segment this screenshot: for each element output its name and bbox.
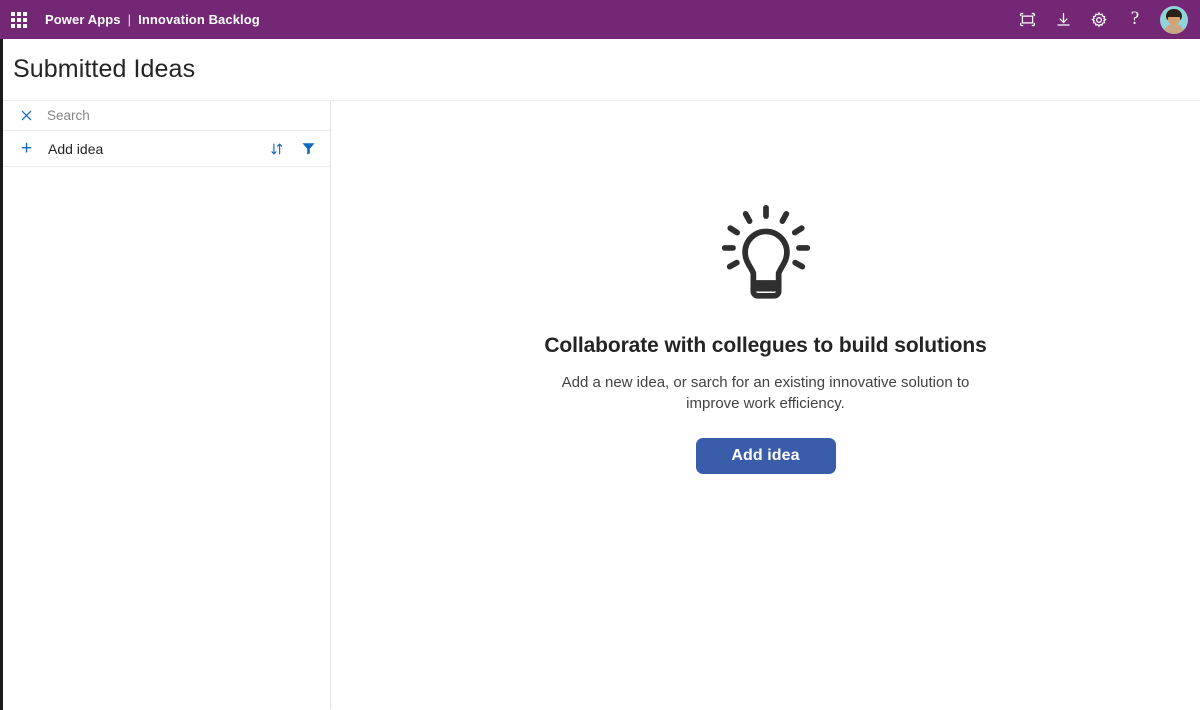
waffle-dot [17, 11, 21, 16]
app-launcher-icon[interactable] [10, 11, 28, 29]
help-icon[interactable]: ? [1124, 8, 1146, 32]
plus-icon[interactable]: + [19, 139, 34, 158]
search-row [3, 101, 330, 131]
sidebar-action-icons [269, 141, 316, 157]
top-app-bar: Power Apps | Innovation Backlog ? [0, 0, 1200, 39]
waffle-dot [11, 17, 15, 22]
page-header: Submitted Ideas [3, 39, 1200, 101]
brand-name[interactable]: Power Apps [45, 12, 121, 27]
lightbulb-icon [711, 199, 821, 309]
brand-area: Power Apps | Innovation Backlog [45, 12, 260, 27]
waffle-dot [23, 23, 27, 28]
filter-icon[interactable] [300, 141, 316, 157]
close-icon[interactable] [19, 108, 34, 123]
waffle-dot [11, 11, 15, 16]
sort-icon[interactable] [269, 141, 285, 157]
add-idea-button[interactable]: Add idea [695, 438, 836, 474]
topbar-actions: ? [1016, 5, 1200, 34]
page-title: Submitted Ideas [13, 55, 196, 83]
search-input[interactable] [45, 107, 330, 124]
avatar-body [1164, 23, 1184, 34]
empty-state-subtitle: Add a new idea, or sarch for an existing… [561, 374, 970, 412]
waffle-dot [23, 11, 27, 16]
app-name[interactable]: Innovation Backlog [138, 12, 260, 27]
avatar-fringe [1167, 10, 1181, 17]
waffle-dot [11, 23, 15, 28]
add-idea-label[interactable]: Add idea [48, 141, 103, 157]
sidebar: + Add idea [3, 101, 331, 709]
screen-frame-icon[interactable] [1016, 9, 1038, 31]
waffle-dot [17, 23, 21, 28]
add-idea-row: + Add idea [3, 131, 330, 167]
avatar[interactable] [1160, 5, 1188, 34]
empty-state-panel: Collaborate with collegues to build solu… [331, 101, 1200, 709]
download-icon[interactable] [1052, 9, 1074, 31]
waffle-dot [17, 17, 21, 22]
brand-divider: | [127, 12, 132, 27]
idea-list[interactable] [3, 167, 330, 709]
page-body: + Add idea [3, 101, 1200, 709]
empty-state-title: Collaborate with collegues to build solu… [544, 334, 987, 357]
waffle-dot [23, 17, 27, 22]
gear-icon[interactable] [1088, 9, 1110, 31]
app-page: Submitted Ideas + Add idea [0, 39, 1200, 710]
